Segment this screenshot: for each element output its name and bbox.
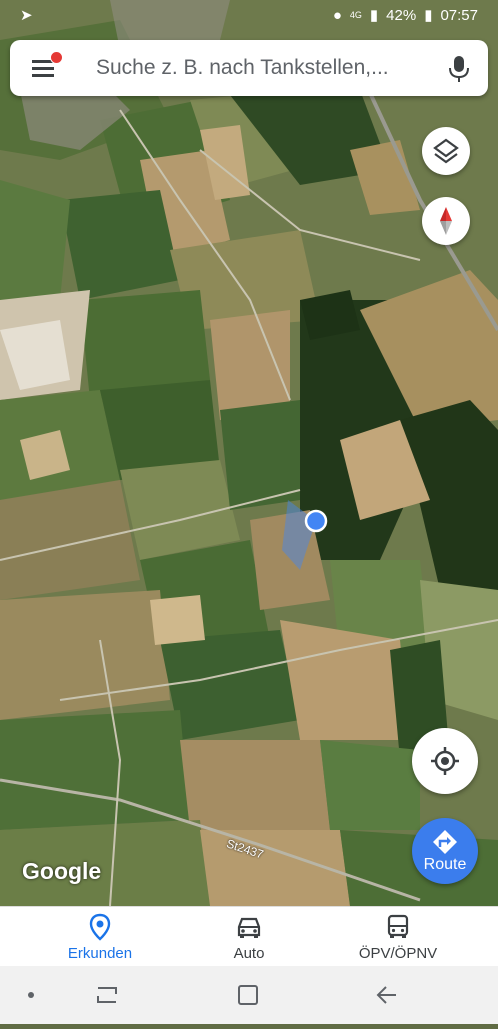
bus-icon [387,914,409,938]
route-button[interactable]: Route [412,818,478,884]
tab-label: Erkunden [67,945,133,962]
google-logo: Google [22,858,102,884]
location-marker [304,509,328,533]
system-navigation-bar [0,966,498,1024]
layers-button[interactable] [422,127,470,175]
network-type: 4G [349,10,362,20]
tab-erkunden[interactable]: Erkunden [17,913,183,962]
notification-dot [50,51,63,64]
status-bar: ➤ ● 4G ▮ 42% ▮ 07:57 [0,0,498,30]
clock: 07:57 [440,6,478,24]
microphone-icon[interactable] [448,54,470,84]
compass-icon [440,207,452,235]
signal-icon: ▮ [369,7,379,24]
compass-button[interactable] [422,197,470,245]
search-input[interactable]: Suche z. B. nach Tankstellen,... [96,56,426,80]
route-label: Route [423,856,467,873]
battery-icon: ▮ [424,7,433,24]
tab-auto[interactable]: Auto [166,913,332,962]
search-bar[interactable]: Suche z. B. nach Tankstellen,... [10,40,488,96]
tab-oepnv[interactable]: ÖPV/ÖPNV [315,913,481,962]
recent-apps-icon[interactable] [97,987,117,1003]
navigation-arrow-icon: ➤ [20,7,33,24]
bottom-navigation: Erkunden Auto ÖPV/ÖPNV [0,906,498,967]
tab-label: Auto [233,945,265,962]
back-icon[interactable] [376,986,396,1004]
dot-icon[interactable] [28,992,34,998]
layers-icon [433,138,459,164]
tab-label: ÖPV/ÖPNV [358,945,438,962]
location-icon: ● [332,6,342,24]
battery-percent: 42% [386,6,417,24]
car-icon [237,917,261,938]
pin-icon [89,913,111,941]
my-location-button[interactable] [412,728,478,794]
crosshair-icon [431,747,459,775]
home-icon[interactable] [238,985,258,1005]
